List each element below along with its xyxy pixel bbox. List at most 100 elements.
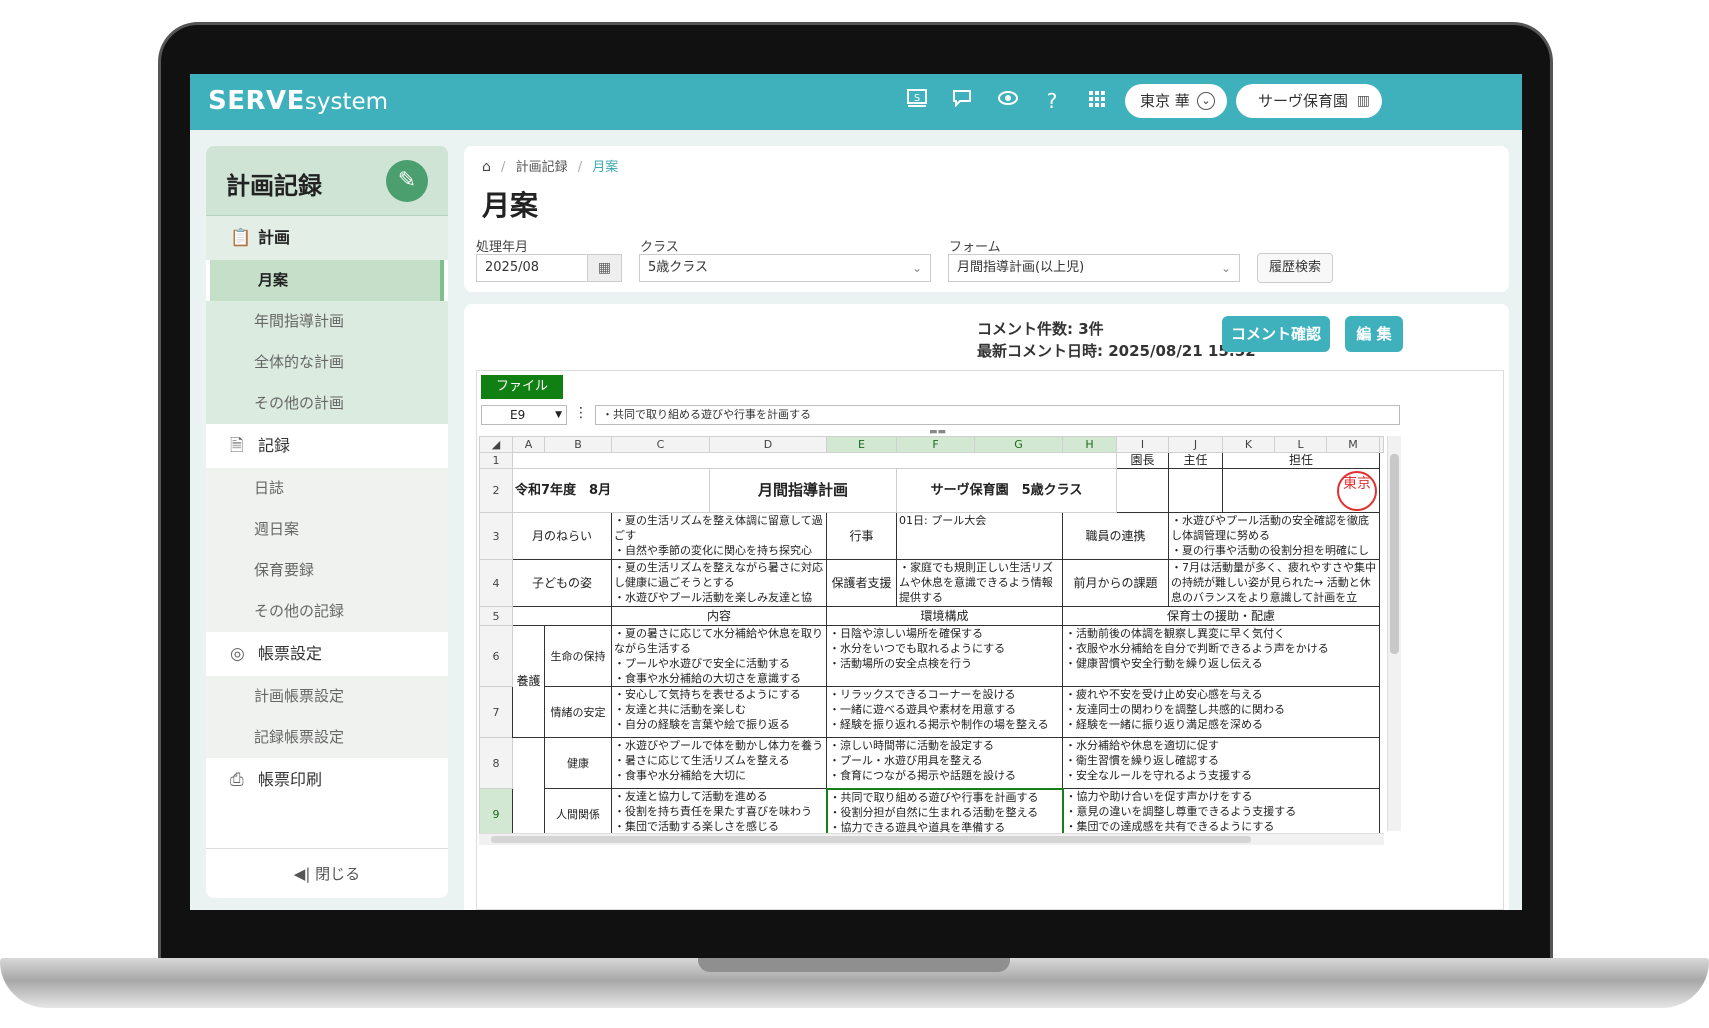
calendar-icon[interactable]: ▦ [587,255,621,281]
sheet-cell[interactable]: ・夏の生活リズムを整えながら暑さに対応し健康に過ごそうとする ・水遊びやプール活… [611,559,827,607]
sidebar-group-plan[interactable]: 📋 計画 [206,216,448,260]
scrollbar-thumb[interactable] [491,836,1251,843]
row-header[interactable]: 5 [479,606,513,626]
sheet-cell[interactable] [511,452,1118,469]
col-header[interactable]: L [1274,436,1328,453]
sidebar-item-overall[interactable]: 全体的な計画 [206,342,448,383]
row-header[interactable]: 9 [479,788,513,840]
row-header[interactable]: 2 [479,468,513,513]
facility-menu[interactable]: サーヴ保育園 ▥ [1236,84,1382,118]
sheet-cell[interactable]: 環境構成 [825,606,1064,626]
col-header[interactable]: E [826,436,897,453]
sheet-cell[interactable]: ・7月は活動量が多く、疲れやすさや集中の持続が難しい姿が見られた→ 活動と休息の… [1168,559,1381,607]
corner-cell[interactable]: ◢ [479,436,513,453]
sheet-cell[interactable]: ・リラックスできるコーナーを設ける ・一緒に遊べる遊具や素材を用意する ・経験を… [825,686,1064,738]
row-header[interactable]: 7 [479,686,513,738]
sheet-cell[interactable]: 健康 [544,737,612,789]
sheet-cell[interactable]: 前月からの課題 [1062,559,1170,607]
col-header[interactable]: G [974,436,1064,453]
col-header[interactable]: D [709,436,827,453]
col-header[interactable]: N [1379,436,1384,453]
sidebar-close-button[interactable]: ◀| 閉じる [206,848,448,898]
sidebar-group-print[interactable]: ⎙ 帳票印刷 [206,758,448,802]
help-icon[interactable]: ? [1039,88,1065,114]
col-header[interactable]: J [1168,436,1224,453]
sheet-cell[interactable]: 子どもの姿 [512,559,612,607]
sheet-cell[interactable]: ・疲れや不安を受け止め安心感を与える ・友達同士の関わりを調整し共感的に関わる … [1062,686,1381,738]
sheet-cell[interactable]: 月のねらい [512,512,612,560]
sheet-cell[interactable]: 東京 [1222,468,1381,513]
col-header[interactable]: M [1326,436,1381,453]
col-header[interactable]: C [611,436,710,453]
sidebar-item-plan-form[interactable]: 計画帳票設定 [206,676,448,717]
sheet-cell[interactable]: ・日陰や涼しい場所を確保する ・水分をいつでも取れるようにする ・活動場所の安全… [825,625,1064,687]
sheet-cell[interactable]: 職員の連携 [1062,512,1170,560]
breadcrumb-plan-record[interactable]: 計画記録 [516,160,568,175]
sheet-cell[interactable]: 人間関係 [544,788,612,840]
row-header[interactable]: 3 [479,512,513,560]
sheet-cell[interactable]: 内容 [611,606,827,626]
cell-name-box[interactable]: E9 ▼ [481,405,567,425]
sidebar-item-record-form[interactable]: 記録帳票設定 [206,717,448,758]
sheet-cell[interactable]: 養護 [512,625,545,738]
sheet-cell[interactable] [512,737,545,840]
date-field[interactable]: 2025/08 ▦ [476,254,622,282]
sheet-cell[interactable] [512,606,612,626]
selected-cell[interactable]: ・共同で取り組める遊びや行事を計画する ・役割分担が自然に生まれる活動を整える … [825,787,1064,841]
sheet-cell[interactable]: ・夏の生活リズムを整え体調に留意して過ごす ・自然や季節の変化に関心を持ち探究心 [611,512,827,560]
sheet-cell[interactable]: ・安心して気持ちを表せるようにする ・友達と共に活動を楽しむ ・自分の経験を言葉… [611,686,827,738]
col-header[interactable]: A [512,436,545,453]
sidebar-item-childcare-record[interactable]: 保育要録 [206,550,448,591]
file-tab[interactable]: ファイル [481,375,563,399]
sidebar-item-diary[interactable]: 日誌 [206,468,448,509]
sidebar-group-record[interactable]: 🗎 記録 [206,424,448,468]
user-menu[interactable]: 東京 華 ⌄ [1125,84,1227,118]
sheet-cell[interactable]: ・夏の暑さに応じて水分補給や休息を取りながら生活する ・プールや水遊びで安全に活… [611,625,827,687]
sheet-cell[interactable]: 月間指導計画 [709,468,897,513]
sheet-cell[interactable]: 生命の保持 [544,625,612,687]
sidebar-item-monthly[interactable]: 月案 [210,260,444,301]
row-header[interactable]: 8 [479,737,513,789]
home-icon[interactable]: ⌂ [482,159,491,175]
sheet-cell[interactable]: ・涼しい時間帯に活動を設定する ・プール・水遊び用具を整える ・食育につながる掲… [825,737,1064,789]
sidebar-item-other-record[interactable]: その他の記録 [206,591,448,632]
sheet-cell[interactable]: 令和7年度 8月 [512,468,710,513]
col-header[interactable]: H [1062,436,1118,453]
sheet-cell[interactable]: ・友達と協力して活動を進める ・役割を持ち責任を果たす喜びを味わう ・集団で活動… [611,788,827,840]
sheet-cell[interactable]: サーヴ保育園 5歳クラス [895,468,1118,513]
col-header[interactable]: F [895,436,976,453]
comment-confirm-button[interactable]: コメント確認 [1222,316,1330,352]
sidebar-group-form-settings[interactable]: ◎ 帳票設定 [206,632,448,676]
sheet-cell[interactable]: ・水分補給や休息を適切に促す ・衛生習慣を繰り返し確認する ・安全なルールを守れ… [1062,737,1381,789]
sheet-cell[interactable]: 情緒の安定 [544,686,612,738]
sheet-cell[interactable]: 保育士の援助・配慮 [1062,606,1381,626]
vertical-scrollbar[interactable] [1387,436,1401,831]
app-logo[interactable]: SERVEsystem [208,86,388,116]
sheet-cell[interactable]: ・水遊びやプールで体を動かし体力を養う ・暑さに応じて生活リズムを整える ・食事… [611,737,827,789]
row-header[interactable]: 4 [479,559,513,607]
class-select[interactable]: 5歳クラス ⌄ [639,254,931,282]
row-header[interactable]: 1 [479,452,513,469]
horizontal-scrollbar[interactable] [479,833,1384,845]
col-header[interactable]: B [544,436,612,453]
sheet-cell[interactable]: ・家庭でも規則正しい生活リズムや休息を意識できるよう情報提供する [895,559,1064,607]
sheet-cell[interactable]: 主任 [1168,452,1224,469]
scrollbar-thumb[interactable] [1390,454,1399,654]
sidebar-item-weekly[interactable]: 週日案 [206,509,448,550]
sheet-cell[interactable]: 行事 [826,512,897,560]
more-icon[interactable]: ⋮ [574,405,588,421]
sheet-cell[interactable] [1116,468,1170,513]
dollar-screen-icon[interactable]: S [904,88,930,114]
sidebar-item-other-plan[interactable]: その他の計画 [206,383,448,424]
col-header[interactable]: I [1116,436,1170,453]
col-header[interactable]: K [1222,436,1276,453]
formula-bar[interactable]: ・共同で取り組める遊びや行事を計画する [595,405,1400,425]
grid-icon[interactable] [1084,88,1110,114]
form-select[interactable]: 月間指導計画(以上児) ⌄ [948,254,1240,282]
sheet-cell[interactable] [1168,468,1224,513]
sheet-cell[interactable]: 園長 [1116,452,1170,469]
sheet-cell[interactable]: 担任 [1222,452,1381,469]
sheet-cell[interactable]: 保護者支援 [826,559,897,607]
eye-icon[interactable] [995,88,1021,114]
history-search-button[interactable]: 履歴検索 [1257,253,1333,283]
